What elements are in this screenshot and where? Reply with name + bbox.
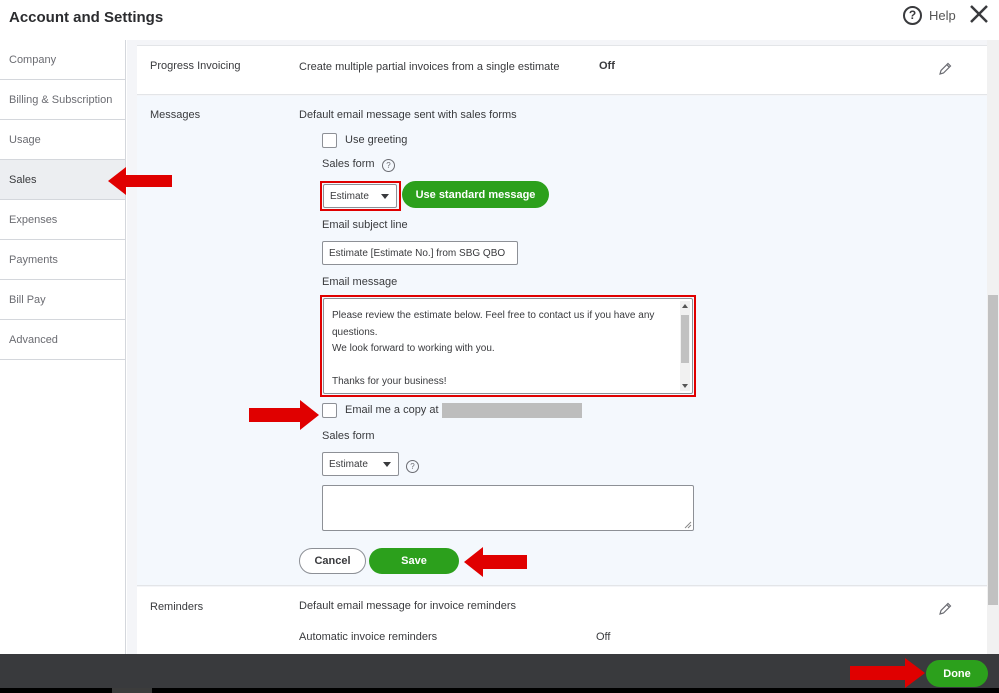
messages-section: Messages Default email message sent with…: [137, 96, 987, 586]
sales-form2-label: Sales form: [322, 430, 375, 442]
progress-invoicing-status: Off: [599, 60, 615, 72]
taskbar-item: [112, 688, 152, 693]
email-subject-label: Email subject line: [322, 219, 408, 231]
email-subject-input[interactable]: Estimate [Estimate No.] from SBG QBO: [322, 241, 518, 265]
messages-label: Messages: [150, 109, 201, 121]
auto-reminders-label: Automatic invoice reminders: [299, 631, 438, 643]
email-copy-label: Email me a copy at: [345, 404, 439, 416]
arrow-left-icon: [108, 167, 172, 195]
save-button[interactable]: Save: [369, 548, 459, 574]
pencil-icon[interactable]: [937, 601, 953, 617]
sidebar-item-label: Bill Pay: [9, 293, 46, 306]
done-button[interactable]: Done: [926, 660, 988, 687]
help-button[interactable]: ? Help: [903, 5, 956, 25]
email-copy-checkbox[interactable]: [322, 403, 337, 418]
cancel-button[interactable]: Cancel: [299, 548, 366, 574]
close-icon[interactable]: [968, 3, 990, 25]
messages-description: Default email message sent with sales fo…: [299, 109, 517, 121]
redacted-email: [442, 403, 582, 418]
auto-reminders-status: Off: [596, 631, 611, 643]
sales-form2-value: Estimate: [329, 458, 368, 470]
sidebar-item-label: Usage: [9, 133, 41, 146]
question-icon[interactable]: ?: [406, 460, 419, 473]
resize-grip-icon[interactable]: [683, 520, 692, 529]
help-label: Help: [929, 7, 956, 23]
reminders-description: Default email message for invoice remind…: [299, 600, 517, 612]
sidebar: Company Billing & Subscription Usage Sal…: [0, 40, 126, 654]
page-scrollbar[interactable]: [987, 40, 999, 654]
sidebar-item-company[interactable]: Company: [0, 40, 125, 80]
sidebar-item-expenses[interactable]: Expenses: [0, 200, 125, 240]
sales-form-label: Sales form: [322, 158, 375, 170]
arrow-left-icon: [464, 547, 527, 577]
help-icon: ?: [903, 5, 922, 25]
sidebar-item-billing[interactable]: Billing & Subscription: [0, 80, 125, 120]
use-standard-message-button[interactable]: Use standard message: [402, 181, 549, 208]
highlight-box: [320, 181, 401, 211]
use-greeting-label: Use greeting: [345, 134, 408, 146]
sales-form2-select[interactable]: Estimate: [322, 452, 399, 476]
sidebar-item-label: Advanced: [9, 333, 58, 346]
taskbar-strip: [0, 688, 999, 693]
sidebar-item-label: Payments: [9, 253, 58, 266]
settings-content: Progress Invoicing Create multiple parti…: [127, 40, 987, 654]
question-icon[interactable]: ?: [382, 159, 395, 172]
sidebar-item-label: Sales: [9, 173, 37, 186]
sidebar-item-label: Expenses: [9, 213, 58, 226]
email-message-label: Email message: [322, 276, 398, 288]
sidebar-item-payments[interactable]: Payments: [0, 240, 125, 280]
arrow-right-icon: [249, 400, 319, 430]
arrow-right-icon: [850, 658, 925, 688]
sidebar-item-usage[interactable]: Usage: [0, 120, 125, 160]
sidebar-item-advanced[interactable]: Advanced: [0, 320, 125, 360]
progress-invoicing-description: Create multiple partial invoices from a …: [299, 61, 560, 73]
sidebar-item-bill-pay[interactable]: Bill Pay: [0, 280, 125, 320]
caret-down-icon: [383, 462, 391, 467]
scroll-thumb[interactable]: [988, 295, 998, 605]
sidebar-item-label: Company: [9, 53, 57, 66]
highlight-box: [320, 295, 696, 397]
header: Account and Settings ? Help: [0, 0, 999, 40]
reminders-label: Reminders: [150, 601, 204, 613]
reminders-section[interactable]: Reminders Default email message for invo…: [137, 587, 987, 654]
sidebar-item-sales[interactable]: Sales: [0, 160, 125, 200]
use-greeting-checkbox[interactable]: [322, 133, 337, 148]
sales-form2-textarea[interactable]: [322, 485, 694, 531]
page-title: Account and Settings: [9, 9, 164, 26]
sidebar-item-label: Billing & Subscription: [9, 93, 113, 106]
progress-invoicing-label: Progress Invoicing: [150, 60, 241, 72]
pencil-icon[interactable]: [937, 61, 953, 77]
progress-invoicing-row[interactable]: Progress Invoicing Create multiple parti…: [137, 45, 987, 95]
